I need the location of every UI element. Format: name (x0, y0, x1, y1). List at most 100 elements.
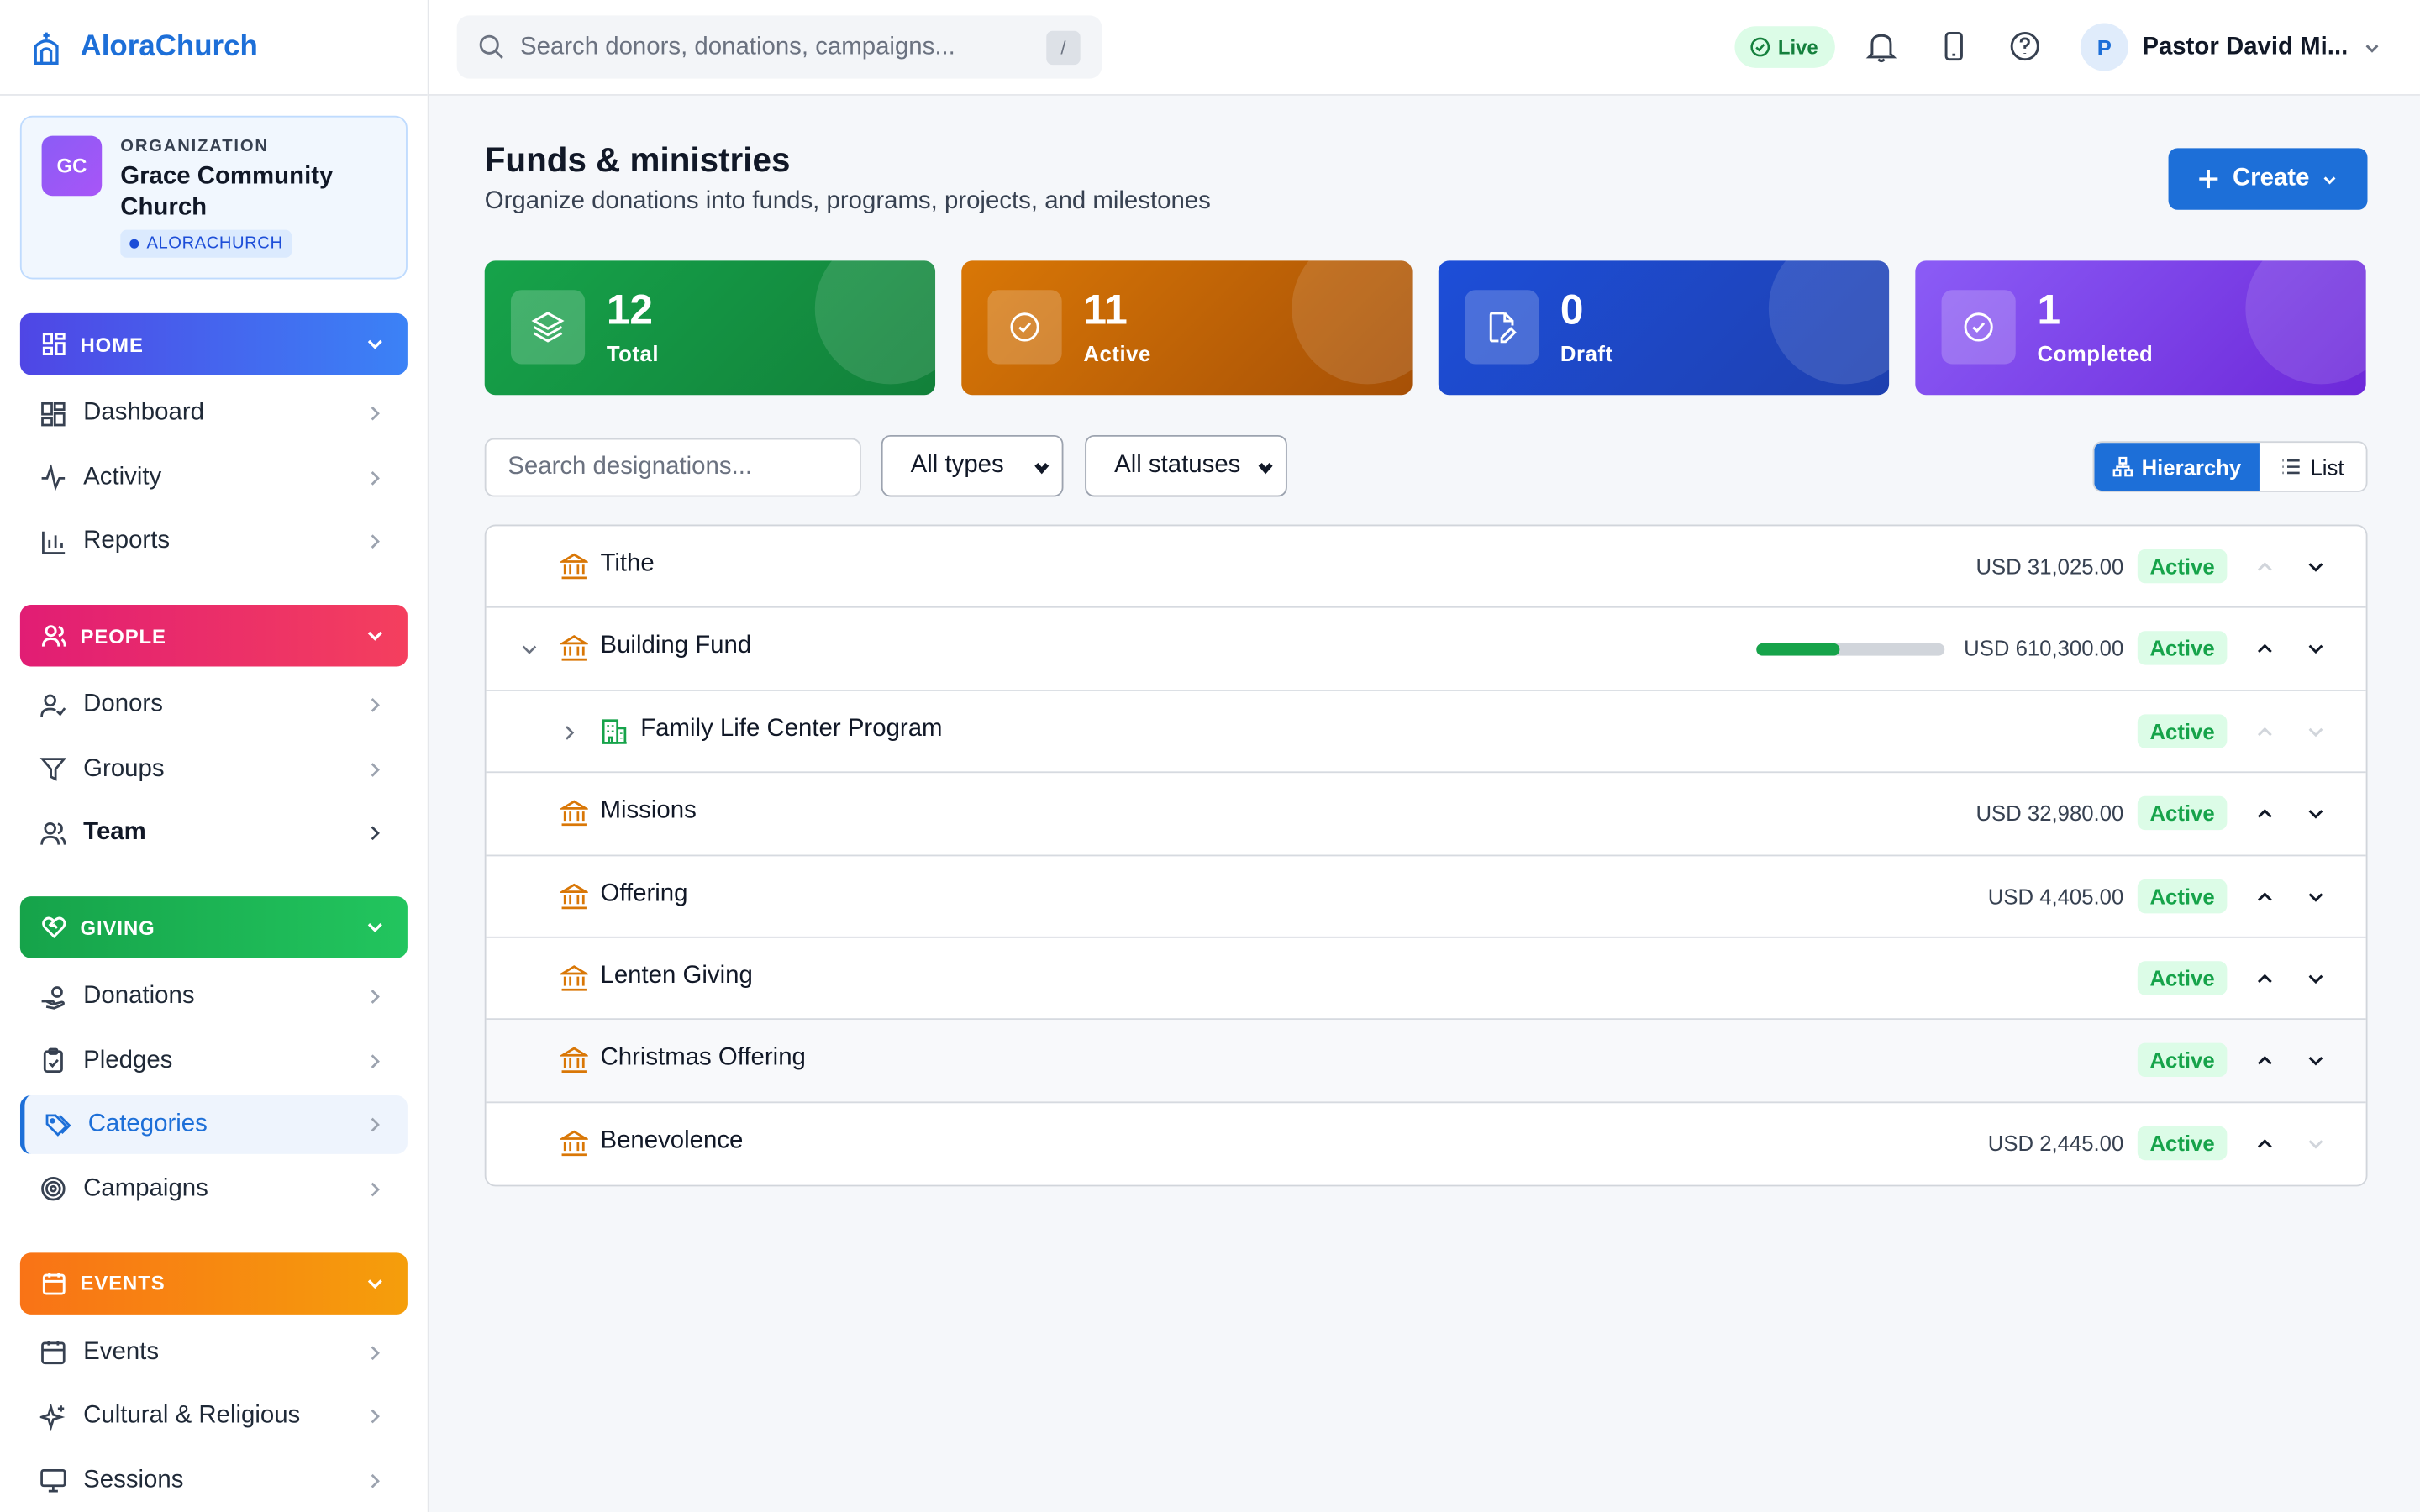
stat-label: Completed (2037, 340, 2154, 366)
sidebar-item-sessions[interactable]: Sessions (20, 1451, 408, 1509)
building-icon (602, 718, 627, 744)
tree-row[interactable]: Missions USD 32,980.00 Active (486, 774, 2366, 856)
chevron-down-icon[interactable] (2306, 1051, 2326, 1071)
sidebar-item-events[interactable]: Events (20, 1323, 408, 1382)
global-search-input[interactable]: Search donors, donations, campaigns... / (456, 15, 1102, 79)
hierarchy-view-button[interactable]: Hierarchy (2094, 443, 2260, 491)
sidebar-item-label: Sessions (83, 1466, 184, 1494)
check-circle-icon (1010, 312, 1039, 342)
org-avatar: GC (41, 135, 103, 197)
sidebar-item-donations[interactable]: Donations (20, 968, 408, 1026)
brand[interactable]: AloraChurch (0, 0, 428, 96)
status-select-value: All statuses (1114, 452, 1241, 479)
church-logo-icon (34, 31, 59, 65)
fund-amount: USD 2,445.00 (1987, 1130, 2124, 1156)
stat-label: Total (606, 340, 660, 366)
organization-card[interactable]: GC ORGANIZATION Grace Community Church A… (19, 115, 408, 280)
chevron-up-icon[interactable] (2254, 557, 2275, 577)
sidebar-item-categories[interactable]: Categories (19, 1095, 408, 1154)
heart-handshake-icon (42, 916, 66, 938)
status-select[interactable]: All statuses (1085, 434, 1287, 497)
sidebar-item-dashboard[interactable]: Dashboard (20, 384, 408, 443)
sidebar-item-label: Donations (83, 982, 195, 1010)
chevron-up-icon[interactable] (2254, 639, 2275, 659)
help-circle-icon[interactable] (2008, 29, 2042, 63)
status-badge: Active (2137, 961, 2228, 995)
stat-icon-box (1465, 290, 1539, 365)
chevron-right-icon[interactable] (560, 723, 579, 742)
sidebar-item-campaigns[interactable]: Campaigns (20, 1159, 408, 1218)
bell-icon[interactable] (1865, 29, 1898, 63)
stat-value: 12 (606, 286, 654, 333)
fund-amount: USD 4,405.00 (1987, 883, 2124, 909)
calendar-icon (42, 1272, 66, 1294)
mobile-device-icon[interactable] (1937, 29, 1970, 63)
plus-icon (2198, 170, 2217, 189)
page-title: Funds & ministries (484, 140, 791, 180)
chevron-up-icon[interactable] (2254, 1133, 2275, 1153)
sidebar-item-label: Events (83, 1338, 160, 1365)
tree-row[interactable]: Family Life Center Program Active (486, 690, 2366, 774)
stat-icon-box (987, 290, 1062, 365)
tree-row[interactable]: Lenten Giving Active (486, 938, 2366, 1021)
clipboard-check-icon (43, 1047, 63, 1073)
chevron-down-icon[interactable] (520, 641, 539, 659)
chevron-down-icon[interactable] (2306, 639, 2326, 659)
chevron-up-icon[interactable] (2254, 804, 2275, 824)
chevron-up-icon[interactable] (2254, 969, 2275, 989)
section-people[interactable]: PEOPLE (19, 604, 408, 667)
sidebar-item-team[interactable]: Team (20, 804, 408, 863)
hierarchy-view-label: Hierarchy (2141, 454, 2242, 480)
tree-row[interactable]: Building Fund USD 610,300.00 Active (486, 608, 2366, 691)
designation-search-placeholder: Search designations... (508, 453, 753, 480)
chevron-up-icon[interactable] (2254, 886, 2275, 906)
user-check-icon (40, 693, 66, 717)
section-events[interactable]: EVENTS (19, 1252, 408, 1314)
create-button[interactable]: Create (2168, 148, 2368, 210)
stat-icon-box (510, 290, 586, 365)
chevron-down-icon[interactable] (2306, 722, 2326, 742)
sidebar-item-donors[interactable]: Donors (20, 675, 408, 734)
list-icon (2282, 459, 2300, 475)
stat-card-total[interactable]: 12 Total (484, 260, 936, 396)
designation-tree: Tithe USD 31,025.00 Active Building Fund… (484, 524, 2368, 1187)
status-badge: Active (2137, 549, 2228, 584)
section-giving[interactable]: GIVING (19, 896, 408, 958)
sidebar-item-reports[interactable]: Reports (20, 512, 408, 571)
tree-row[interactable]: Offering USD 4,405.00 Active (486, 856, 2366, 938)
chevron-up-icon[interactable] (2254, 722, 2275, 742)
sidebar-item-groups[interactable]: Groups (20, 740, 408, 799)
chevron-up-icon[interactable] (2254, 1051, 2275, 1071)
search-icon (479, 34, 503, 59)
chevron-down-icon[interactable] (2306, 804, 2326, 824)
grid-icon (42, 333, 66, 355)
chevron-right-icon (371, 1181, 380, 1196)
section-home-label: HOME (80, 332, 144, 356)
landmark-icon (560, 1130, 588, 1156)
sidebar-item-activity[interactable]: Activity (20, 449, 408, 507)
chevron-right-icon (371, 1345, 380, 1360)
sidebar-item-cultural-religious[interactable]: Cultural & Religious (20, 1387, 408, 1446)
tree-row[interactable]: Christmas Offering Active (486, 1020, 2366, 1103)
app-name: AloraChurch (80, 29, 258, 63)
stat-icon-box (1941, 290, 2016, 365)
chevron-down-icon[interactable] (2306, 1133, 2326, 1153)
live-status-badge[interactable]: Live (1734, 26, 1835, 68)
section-home[interactable]: HOME (19, 312, 408, 375)
tree-row[interactable]: Benevolence USD 2,445.00 Active (487, 1103, 2366, 1185)
user-menu[interactable]: P Pastor David Mi... (2080, 23, 2382, 71)
chevron-down-icon[interactable] (2306, 886, 2326, 906)
sidebar-item-label: Groups (83, 755, 165, 782)
sidebar-item-label: Donors (83, 690, 163, 718)
type-select[interactable]: All types (881, 434, 1064, 497)
status-badge: Active (2137, 1043, 2228, 1078)
list-view-button[interactable]: List (2260, 443, 2366, 491)
tree-row[interactable]: Tithe USD 31,025.00 Active (486, 526, 2366, 609)
chevron-down-icon[interactable] (2306, 557, 2326, 577)
stat-card-draft[interactable]: 0 Draft (1438, 260, 1890, 396)
stat-card-completed[interactable]: 1 Completed (1915, 260, 2366, 396)
stat-card-active[interactable]: 11 Active (961, 260, 1413, 396)
designation-search-input[interactable]: Search designations... (484, 438, 861, 497)
chevron-down-icon[interactable] (2306, 969, 2326, 989)
sidebar-item-pledges[interactable]: Pledges (20, 1032, 408, 1090)
